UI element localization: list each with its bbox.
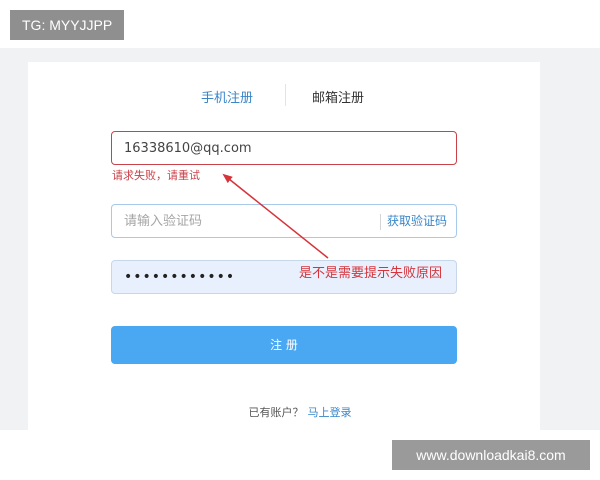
annotation-text: 是不是需要提示失败原因 [299,266,443,281]
watermark-bottom: www.downloadkai8.com [392,440,590,470]
register-button[interactable]: 注 册 [111,326,457,364]
login-link[interactable]: 马上登录 [308,406,352,419]
login-prompt: 已有账户？ 马上登录 [0,404,600,420]
login-prompt-text: 已有账户？ [248,406,304,419]
